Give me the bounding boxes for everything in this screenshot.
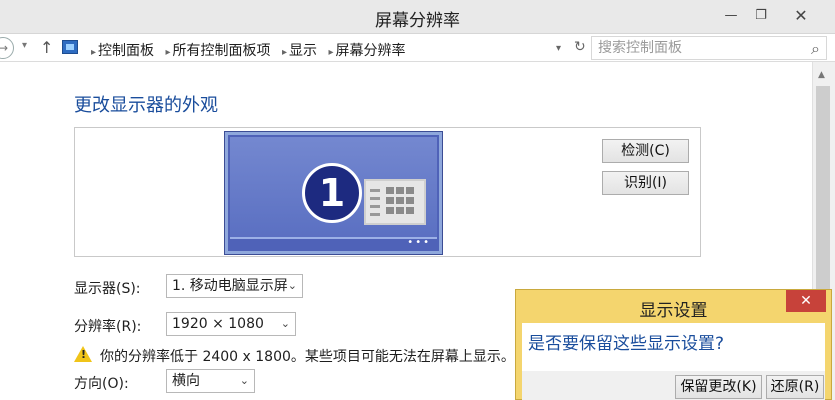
display-label: 显示器(S): — [74, 281, 141, 297]
page-title: 更改显示器的外观 — [74, 95, 218, 116]
resolution-label: 分辨率(R): — [74, 319, 142, 335]
identify-button[interactable]: 识别(I) — [602, 171, 689, 195]
dialog-message: 是否要保留这些显示设置? — [528, 334, 725, 354]
orientation-label: 方向(O): — [74, 376, 129, 392]
up-button[interactable]: ↑ — [40, 38, 53, 57]
resolution-warning-text: 你的分辨率低于 2400 x 1800。某些项目可能无法在屏幕上显示。 — [100, 349, 515, 365]
breadcrumb-separator-icon[interactable]: ▸ — [282, 47, 287, 58]
orientation-select-value: 横向 — [172, 373, 200, 389]
warning-icon — [74, 346, 92, 362]
dialog-body: 是否要保留这些显示设置? 保留更改(K) 还原(R) — [522, 323, 825, 400]
breadcrumb-item-display[interactable]: 显示 — [289, 43, 317, 59]
breadcrumb: ▸ 控制面板 ▸ 所有控制面板项 ▸ 显示 ▸ 屏幕分辨率 — [86, 40, 407, 60]
maximize-button[interactable]: ❐ — [746, 6, 776, 26]
search-icon[interactable]: ⌕ — [811, 39, 820, 59]
recent-pages-dropdown[interactable]: ▾ — [22, 40, 27, 51]
detect-button[interactable]: 检测(C) — [602, 139, 689, 163]
search-input[interactable] — [598, 39, 798, 57]
breadcrumb-item-control-panel[interactable]: 控制面板 — [98, 43, 154, 59]
chevron-down-icon: ⌄ — [287, 279, 297, 292]
address-history-dropdown[interactable]: ▾ — [556, 43, 561, 54]
breadcrumb-item-screen-resolution[interactable]: 屏幕分辨率 — [335, 43, 405, 59]
window-title: 屏幕分辨率 — [375, 11, 460, 31]
chevron-down-icon: ⌄ — [280, 317, 290, 330]
chevron-down-icon: ⌄ — [239, 374, 249, 387]
monitor-number-badge: 1 — [302, 163, 362, 223]
forward-button[interactable]: → — [0, 37, 14, 59]
title-bar: 屏幕分辨率 — ❐ ✕ — [0, 0, 835, 34]
display-select[interactable]: 1. 移动电脑显示屏 ⌄ — [166, 274, 303, 298]
breadcrumb-separator-icon[interactable]: ▸ — [165, 47, 170, 58]
refresh-button[interactable]: ↻ — [574, 39, 586, 55]
dialog-title: 显示设置 — [639, 301, 708, 321]
display-select-value: 1. 移动电脑显示屏 — [172, 278, 288, 294]
orientation-select[interactable]: 横向 ⌄ — [166, 369, 255, 393]
breadcrumb-item-all-items[interactable]: 所有控制面板项 — [173, 43, 271, 59]
scroll-up-arrow-icon[interactable]: ▲ — [818, 70, 825, 80]
resolution-select-value: 1920 × 1080 — [172, 316, 264, 332]
keep-changes-button[interactable]: 保留更改(K) — [675, 375, 762, 399]
desktop-icon — [364, 179, 426, 225]
minimize-button[interactable]: — — [716, 6, 746, 26]
breadcrumb-separator-icon[interactable]: ▸ — [91, 47, 96, 58]
search-box[interactable]: ⌕ — [591, 36, 827, 60]
monitor-taskbar — [230, 237, 437, 239]
monitor-thumbnail[interactable]: 1 ••• — [225, 132, 442, 254]
dialog-close-button[interactable]: ✕ — [786, 290, 826, 312]
monitor-dots-icon: ••• — [407, 237, 431, 248]
breadcrumb-separator-icon[interactable]: ▸ — [328, 47, 333, 58]
display-settings-dialog: 显示设置 ✕ 是否要保留这些显示设置? 保留更改(K) 还原(R) — [515, 289, 832, 400]
close-window-button[interactable]: ✕ — [786, 6, 816, 26]
resolution-select[interactable]: 1920 × 1080 ⌄ — [166, 312, 296, 336]
dialog-footer: 保留更改(K) 还原(R) — [522, 371, 825, 400]
revert-button[interactable]: 还原(R) — [766, 375, 824, 399]
address-bar: → ▾ ↑ ▸控制面板 ▸所有控制面板项 ▸显示 ▸屏幕分辨率 ▾ ↻ ⌕ — [0, 34, 835, 62]
control-panel-icon — [62, 40, 78, 54]
